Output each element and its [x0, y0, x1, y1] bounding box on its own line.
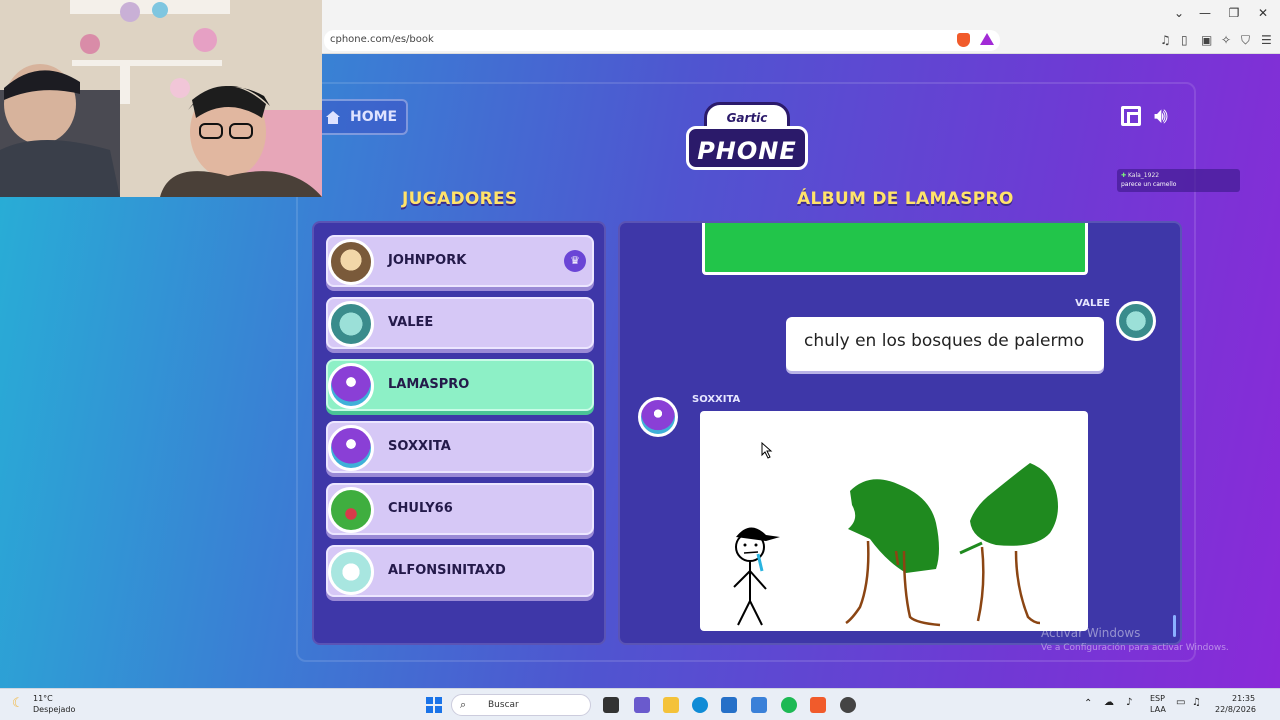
windows-taskbar: ☾ 11°C Despejado ⌕ Buscar ⌃ ☁ ♪ ESP LAA …: [0, 688, 1280, 720]
brave-rewards-icon[interactable]: [980, 33, 994, 45]
fullscreen-icon[interactable]: [1121, 106, 1141, 126]
logo-bottom-text: PHONE: [697, 137, 797, 165]
menu-icon[interactable]: ☰: [1261, 33, 1272, 47]
crown-icon: ♛: [564, 250, 586, 272]
logo-top-text: Gartic: [726, 111, 768, 125]
players-panel: JOHNPORK ♛ VALEE LAMASPRO SOXXITA CHULY6…: [312, 221, 606, 645]
previous-drawing-card: [702, 223, 1088, 275]
webcam-overlay: [0, 0, 322, 197]
album-panel: VALEE chuly en los bosques de palermo SO…: [618, 221, 1182, 645]
chat-overlay: ✚ Kala_1922 parece un camello: [1117, 169, 1240, 192]
spotify-icon[interactable]: [781, 697, 797, 713]
minimize-button[interactable]: —: [1198, 6, 1212, 20]
widgets-icon[interactable]: [634, 697, 650, 713]
file-explorer-icon[interactable]: [663, 697, 679, 713]
network-icon[interactable]: ▭: [1176, 697, 1185, 708]
green-frog-avatar-icon: [328, 487, 374, 533]
entry-author: VALEE: [1075, 298, 1110, 309]
player-name: JOHNPORK: [388, 253, 467, 268]
brave-shield-icon[interactable]: [957, 33, 970, 47]
player-card[interactable]: CHULY66: [326, 483, 594, 535]
obs-icon[interactable]: [840, 697, 856, 713]
player-name: LAMASPRO: [388, 377, 470, 392]
ghost-avatar-icon: [328, 549, 374, 595]
guess-text: chuly en los bosques de palermo: [804, 331, 1085, 351]
guess-bubble: chuly en los bosques de palermo: [786, 317, 1104, 371]
task-view-icon[interactable]: [603, 697, 619, 713]
player-name: CHULY66: [388, 501, 453, 516]
home-button[interactable]: HOME: [314, 99, 408, 135]
player-card-active[interactable]: LAMASPRO: [326, 359, 594, 411]
address-bar[interactable]: cphone.com/es/book: [324, 30, 1000, 51]
chat-badge-icon: ✚: [1121, 172, 1127, 179]
brave-icon[interactable]: [810, 697, 826, 713]
players-heading: JUGADORES: [402, 189, 518, 209]
leo-ai-icon[interactable]: ✧: [1221, 33, 1231, 47]
dog-avatar-icon: [328, 239, 374, 285]
volume-icon[interactable]: 🔊︎: [1154, 104, 1168, 129]
purple-bird-avatar-icon: [638, 397, 678, 437]
purple-bird-avatar-icon: [328, 363, 374, 409]
teal-monster-avatar-icon: [328, 301, 374, 347]
speaker-icon[interactable]: ♫: [1192, 697, 1201, 708]
start-button[interactable]: [426, 697, 442, 713]
player-name: ALFONSINITAXD: [388, 563, 506, 578]
vpn-icon[interactable]: ⛉: [1241, 33, 1250, 48]
sidebar-icon[interactable]: ▯: [1181, 33, 1188, 47]
album-scrollbar[interactable]: [1173, 615, 1176, 637]
album-heading: ÁLBUM DE LAMASPRO: [797, 189, 1014, 209]
close-button[interactable]: ✕: [1256, 6, 1270, 20]
music-icon[interactable]: ♫: [1160, 33, 1171, 47]
chat-message: parece un camello: [1121, 181, 1177, 188]
lang-code[interactable]: ESP: [1150, 694, 1165, 703]
activation-watermark-title: Activar Windows: [1041, 626, 1141, 640]
home-label: HOME: [350, 109, 398, 125]
lang-layout[interactable]: LAA: [1150, 705, 1166, 714]
gartic-phone-logo: Gartic PHONE: [686, 102, 808, 174]
entry-author: SOXXITA: [692, 394, 741, 405]
mic-icon[interactable]: ♪: [1126, 697, 1132, 708]
weather-temp[interactable]: 11°C: [33, 694, 53, 703]
search-placeholder: Buscar: [488, 700, 519, 710]
edge-icon[interactable]: [692, 697, 708, 713]
search-icon: ⌕: [460, 698, 467, 711]
weather-moon-icon: ☾: [12, 696, 24, 711]
clock-date[interactable]: 22/8/2026: [1215, 705, 1256, 714]
teal-monster-avatar-icon: [1116, 301, 1156, 341]
player-card[interactable]: SOXXITA: [326, 421, 594, 473]
taskbar-search[interactable]: ⌕ Buscar: [451, 694, 591, 716]
tab-list-button[interactable]: ⌄: [1172, 6, 1186, 20]
player-name: SOXXITA: [388, 439, 451, 454]
player-card[interactable]: ALFONSINITAXD: [326, 545, 594, 597]
drawing-image: [733, 441, 1058, 627]
maximize-button[interactable]: ❐: [1227, 6, 1241, 20]
store-icon[interactable]: [721, 697, 737, 713]
clock-time[interactable]: 21:35: [1232, 694, 1255, 703]
home-icon: [326, 110, 340, 124]
url-text: cphone.com/es/book: [330, 34, 434, 45]
activation-watermark-subtitle: Ve a Configuración para activar Windows.: [1041, 643, 1229, 653]
purple-bird-avatar-icon: [328, 425, 374, 471]
player-name: VALEE: [388, 315, 434, 330]
chat-user: Kala_1922: [1127, 172, 1160, 179]
webcam-image: [0, 0, 322, 197]
player-card[interactable]: VALEE: [326, 297, 594, 349]
drawing-canvas: [700, 411, 1088, 631]
weather-desc[interactable]: Despejado: [33, 705, 75, 714]
player-card[interactable]: JOHNPORK ♛: [326, 235, 594, 287]
outlook-icon[interactable]: [751, 697, 767, 713]
wallet-icon[interactable]: ▣: [1201, 33, 1212, 47]
cloud-icon[interactable]: ☁: [1104, 697, 1114, 708]
tray-chevron-icon[interactable]: ⌃: [1084, 698, 1092, 709]
